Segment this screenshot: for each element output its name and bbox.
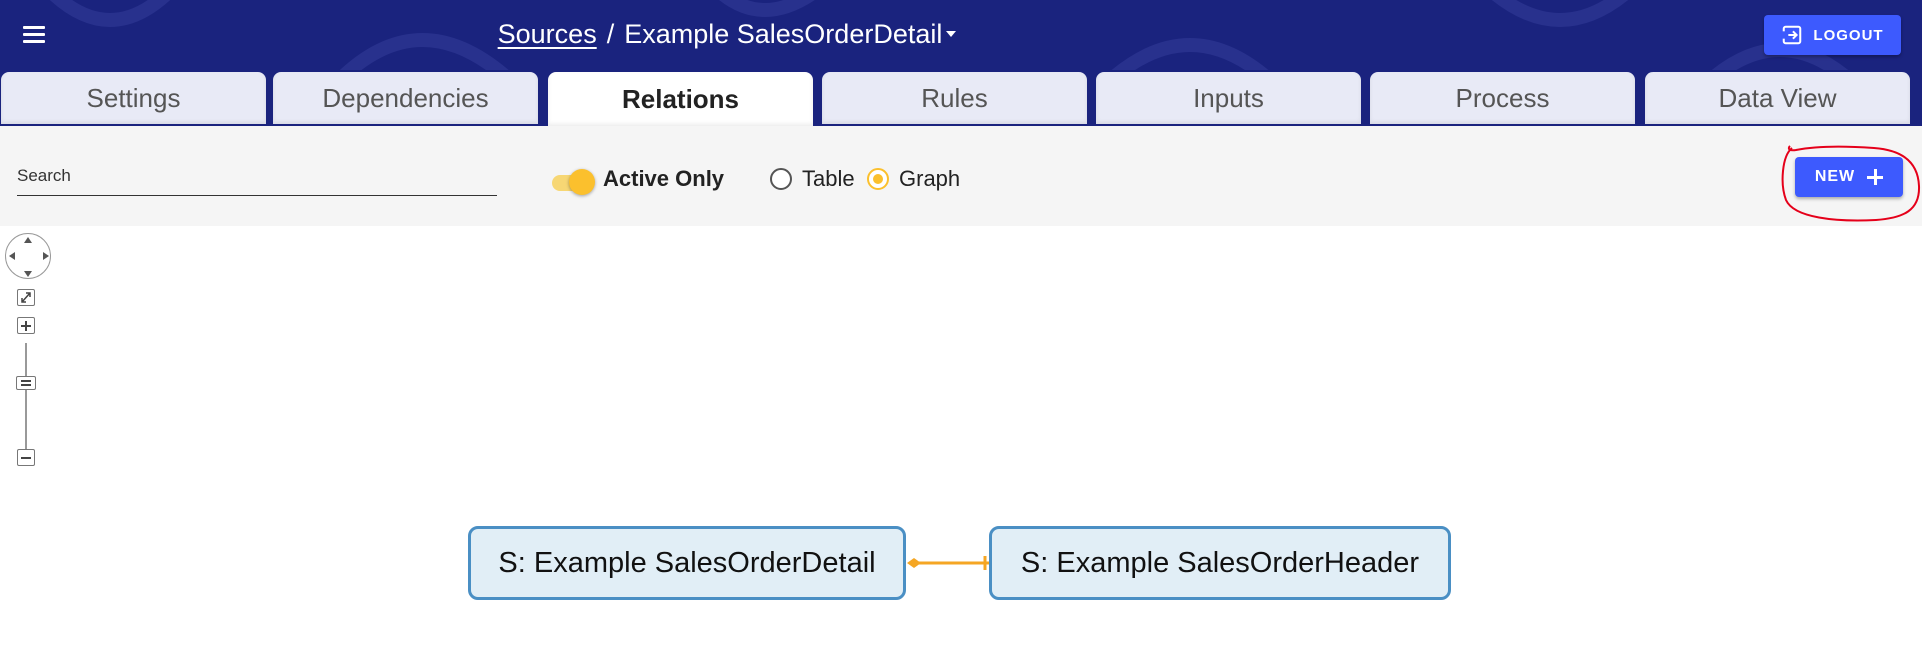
app-header: Sources / Example SalesOrderDetail LOGOUT	[0, 0, 1922, 70]
pan-right-arrow-icon[interactable]	[43, 252, 49, 260]
zoom-in-button[interactable]	[17, 317, 35, 334]
pan-up-arrow-icon[interactable]	[24, 237, 32, 243]
pan-left-arrow-icon[interactable]	[9, 252, 15, 260]
new-label: NEW	[1814, 168, 1856, 185]
zoom-slider-handle[interactable]	[16, 376, 36, 390]
breadcrumb-separator: /	[606, 19, 615, 49]
logout-label: LOGOUT	[1813, 26, 1884, 44]
view-table-radio[interactable]: Table	[770, 164, 855, 194]
zoom-slider-track[interactable]	[25, 343, 27, 455]
search-input[interactable]	[17, 156, 497, 195]
tab-settings[interactable]: Settings	[1, 72, 266, 124]
logout-icon	[1782, 25, 1802, 45]
tab-data-view[interactable]: Data View	[1645, 72, 1910, 124]
tab-bar: Settings Dependencies Relations Rules In…	[0, 70, 1922, 126]
active-only-label: Active Only	[603, 166, 725, 191]
tab-inputs[interactable]: Inputs	[1096, 72, 1361, 124]
graph-node-sales-order-detail[interactable]: S: Example SalesOrderDetail	[468, 526, 906, 600]
view-graph-radio[interactable]: Graph	[867, 164, 960, 194]
graph-pan-control	[5, 233, 51, 279]
chevron-down-icon	[946, 30, 957, 37]
tab-dependencies[interactable]: Dependencies	[273, 72, 538, 124]
breadcrumb: Sources / Example SalesOrderDetail	[0, 16, 1454, 52]
source-selector-dropdown[interactable]: Example SalesOrderDetail	[624, 19, 957, 49]
radio-checked-icon	[867, 168, 889, 190]
breadcrumb-current-source: Example SalesOrderDetail	[624, 19, 943, 49]
search-field	[17, 156, 497, 196]
view-table-label: Table	[802, 166, 855, 191]
tab-rules[interactable]: Rules	[822, 72, 1087, 124]
fit-to-screen-button[interactable]	[17, 289, 35, 306]
radio-unchecked-icon	[770, 168, 792, 190]
active-only-toggle[interactable]	[552, 167, 596, 197]
toggle-thumb	[569, 169, 595, 195]
new-relation-button[interactable]: NEW	[1795, 157, 1903, 197]
tab-process[interactable]: Process	[1370, 72, 1635, 124]
view-graph-label: Graph	[899, 166, 961, 191]
expand-icon	[21, 292, 31, 303]
breadcrumb-sources-link[interactable]: Sources	[498, 19, 597, 49]
relations-toolbar: Active Only Table Graph NEW	[0, 126, 1922, 226]
logout-button[interactable]: LOGOUT	[1764, 15, 1901, 55]
tab-relations[interactable]: Relations	[548, 72, 813, 126]
graph-node-sales-order-header[interactable]: S: Example SalesOrderHeader	[989, 526, 1451, 600]
pan-down-arrow-icon[interactable]	[24, 271, 32, 277]
zoom-out-button[interactable]	[17, 449, 35, 466]
plus-icon	[1867, 169, 1884, 185]
